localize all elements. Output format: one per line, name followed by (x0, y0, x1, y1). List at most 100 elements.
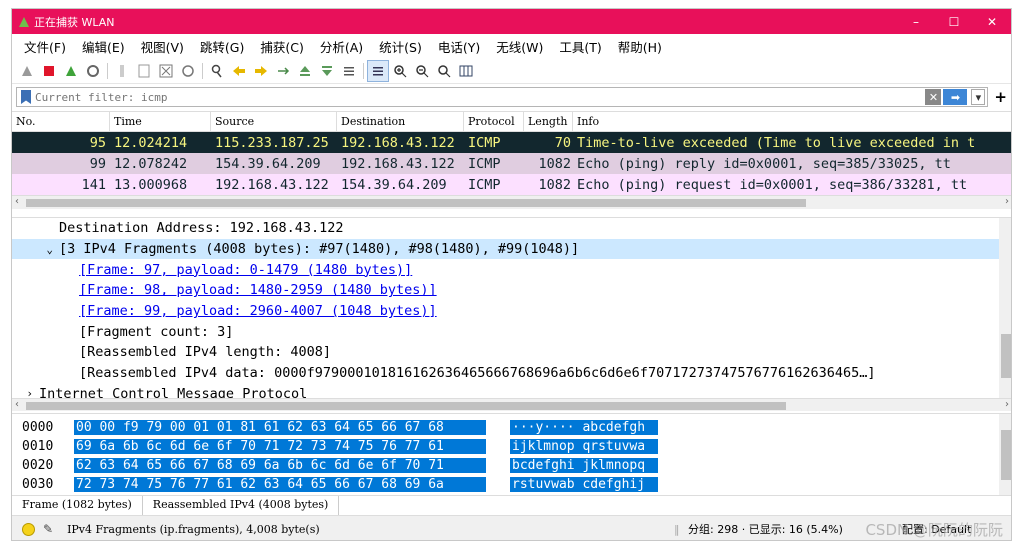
frame-97-link[interactable]: [Frame: 97, payload: 0-1479 (1480 bytes)… (79, 262, 412, 278)
apply-filter-icon[interactable]: ➡ (943, 89, 968, 105)
detail-dest-address[interactable]: Destination Address: 192.168.43.122 (12, 218, 1011, 239)
packet-list-pane: No. Time Source Destination Protocol Len… (12, 111, 1011, 214)
menu-telephony[interactable]: 电话(Y) (430, 37, 488, 56)
display-filter-field[interactable]: ✕ ➡ ▾ (16, 87, 989, 107)
column-protocol[interactable]: Protocol (464, 112, 524, 131)
menu-help[interactable]: 帮助(H) (610, 37, 670, 56)
menu-statistics[interactable]: 统计(S) (371, 37, 430, 56)
resize-columns-icon[interactable] (455, 60, 477, 82)
bytes-vscrollbar[interactable] (999, 414, 1011, 495)
open-file-icon[interactable] (111, 60, 133, 82)
bytes-line[interactable]: 0030 72 73 74 75 76 77 61 62 63 64 65 66 … (12, 475, 1011, 494)
packet-row[interactable]: 141 13.000968 192.168.43.122 154.39.64.209 I… (12, 174, 1011, 195)
add-filter-button[interactable]: + (994, 88, 1007, 106)
menu-go[interactable]: 跳转(G) (192, 37, 252, 56)
bytes-tabs: Frame (1082 bytes) Reassembled IPv4 (400… (12, 495, 1011, 516)
zoom-out-icon[interactable] (411, 60, 433, 82)
column-no[interactable]: No. (12, 112, 110, 131)
detail-reassembled-length[interactable]: [Reassembled IPv4 length: 4008] (12, 342, 1011, 363)
bytes-hex: 62 63 64 65 66 67 68 69 6a 6b 6c 6d 6e 6… (74, 458, 486, 473)
chevron-down-icon[interactable]: ⌄ (12, 243, 59, 256)
zoom-in-icon[interactable] (389, 60, 411, 82)
menu-file[interactable]: 文件(F) (16, 37, 74, 56)
save-file-icon[interactable] (133, 60, 155, 82)
capture-options-icon[interactable] (82, 60, 104, 82)
start-capture-icon[interactable] (16, 60, 38, 82)
reload-icon[interactable] (177, 60, 199, 82)
bytes-line[interactable]: 0000 00 00 f9 79 00 01 01 81 61 62 63 64 … (12, 418, 1011, 437)
menu-edit[interactable]: 编辑(E) (74, 37, 133, 56)
normal-size-icon[interactable] (433, 60, 455, 82)
display-filter-bar: ✕ ➡ ▾ + (12, 84, 1011, 110)
detail-fragment-count[interactable]: [Fragment count: 3] (12, 321, 1011, 342)
detail-fragments-header[interactable]: ⌄ [3 IPv4 Fragments (4008 bytes): #97(14… (12, 238, 1005, 260)
close-file-icon[interactable] (155, 60, 177, 82)
column-length[interactable]: Length (524, 112, 573, 131)
packet-row[interactable]: 99 12.078242 154.39.64.209 192.168.43.122 IC… (12, 153, 1011, 174)
bytes-hex: 69 6a 6b 6c 6d 6e 6f 70 71 72 73 74 75 7… (74, 439, 486, 454)
status-profile[interactable]: 配置: Default (902, 521, 971, 537)
auto-scroll-icon[interactable] (338, 60, 360, 82)
find-packet-icon[interactable] (206, 60, 228, 82)
expert-info-icon[interactable] (22, 522, 35, 536)
bytes-off: 0000 (22, 420, 54, 435)
column-time[interactable]: Time (110, 112, 211, 131)
detail-frame-98[interactable]: [Frame: 98, payload: 1480-2959 (1480 byt… (12, 280, 1011, 301)
packet-cell-time: 12.024214 (114, 134, 188, 151)
toolbar-divider (202, 62, 203, 79)
bytes-ascii: ijklmnop qrstuvwa (510, 439, 658, 454)
column-destination[interactable]: Destination (337, 112, 464, 131)
packet-row[interactable]: 95 12.024214 115.233.187.25 192.168.43.122 I… (12, 132, 1011, 153)
title-bar: 正在捕获 WLAN – ☐ ✕ (12, 9, 1011, 34)
last-packet-icon[interactable] (316, 60, 338, 82)
details-hscrollbar[interactable]: ‹ › (12, 398, 1011, 411)
scroll-left-icon[interactable]: ‹ (15, 399, 19, 410)
bookmark-icon[interactable] (21, 90, 31, 104)
detail-frame-99[interactable]: [Frame: 99, payload: 2960-4007 (1048 byt… (12, 301, 1011, 322)
column-source[interactable]: Source (211, 112, 337, 131)
packet-list-header: No. Time Source Destination Protocol Len… (12, 112, 1011, 132)
scroll-thumb[interactable] (26, 402, 786, 410)
scroll-right-icon[interactable]: › (1005, 196, 1009, 207)
scroll-thumb[interactable] (1001, 430, 1011, 480)
tab-reassembled-bytes[interactable]: Reassembled IPv4 (4008 bytes) (141, 496, 340, 516)
edit-comment-icon[interactable]: ✎ (43, 522, 53, 536)
bytes-line[interactable]: 0010 69 6a 6b 6c 6d 6e 6f 70 71 72 73 74 … (12, 437, 1011, 456)
colorize-icon[interactable] (367, 59, 389, 82)
close-button[interactable]: ✕ (973, 9, 1011, 34)
filter-history-icon[interactable]: ▾ (971, 89, 986, 105)
menu-analyze[interactable]: 分析(A) (312, 37, 371, 56)
menu-tools[interactable]: 工具(T) (551, 37, 609, 56)
toolbar-divider (363, 62, 364, 79)
scroll-thumb[interactable] (1001, 334, 1011, 378)
scroll-thumb[interactable] (26, 199, 806, 207)
column-info[interactable]: Info (573, 112, 1011, 131)
menu-wireless[interactable]: 无线(W) (488, 37, 551, 56)
packet-cell-proto: ICMP (468, 155, 501, 172)
display-filter-input[interactable] (35, 90, 926, 104)
go-forward-icon[interactable] (250, 60, 272, 82)
packet-cell-src: 192.168.43.122 (215, 176, 329, 193)
status-packet-counts: 分组: 298 · 已显示: 16 (5.4%) (688, 523, 843, 536)
go-to-packet-icon[interactable] (272, 60, 294, 82)
details-vscrollbar[interactable] (999, 218, 1011, 398)
minimize-button[interactable]: – (897, 9, 935, 34)
menu-view[interactable]: 视图(V) (133, 37, 192, 56)
wireshark-fin-icon (18, 16, 30, 28)
go-back-icon[interactable] (228, 60, 250, 82)
detail-frame-97[interactable]: [Frame: 97, payload: 0-1479 (1480 bytes)… (12, 259, 1011, 280)
maximize-button[interactable]: ☐ (935, 9, 973, 34)
frame-98-link[interactable]: [Frame: 98, payload: 1480-2959 (1480 byt… (79, 282, 437, 298)
scroll-left-icon[interactable]: ‹ (15, 196, 19, 207)
stop-capture-icon[interactable] (38, 60, 60, 82)
detail-reassembled-data[interactable]: [Reassembled IPv4 data: 0000f97900010181… (12, 363, 1011, 384)
menu-capture[interactable]: 捕获(C) (252, 37, 311, 56)
restart-capture-icon[interactable] (60, 60, 82, 82)
clear-filter-icon[interactable]: ✕ (925, 89, 942, 105)
first-packet-icon[interactable] (294, 60, 316, 82)
packet-list-hscrollbar[interactable]: ‹ › (12, 195, 1011, 209)
scroll-right-icon[interactable]: › (1005, 399, 1009, 410)
bytes-line[interactable]: 0020 62 63 64 65 66 67 68 69 6a 6b 6c 6d … (12, 456, 1011, 475)
tab-frame-bytes[interactable]: Frame (1082 bytes) (12, 496, 142, 516)
frame-99-link[interactable]: [Frame: 99, payload: 2960-4007 (1048 byt… (79, 303, 437, 319)
